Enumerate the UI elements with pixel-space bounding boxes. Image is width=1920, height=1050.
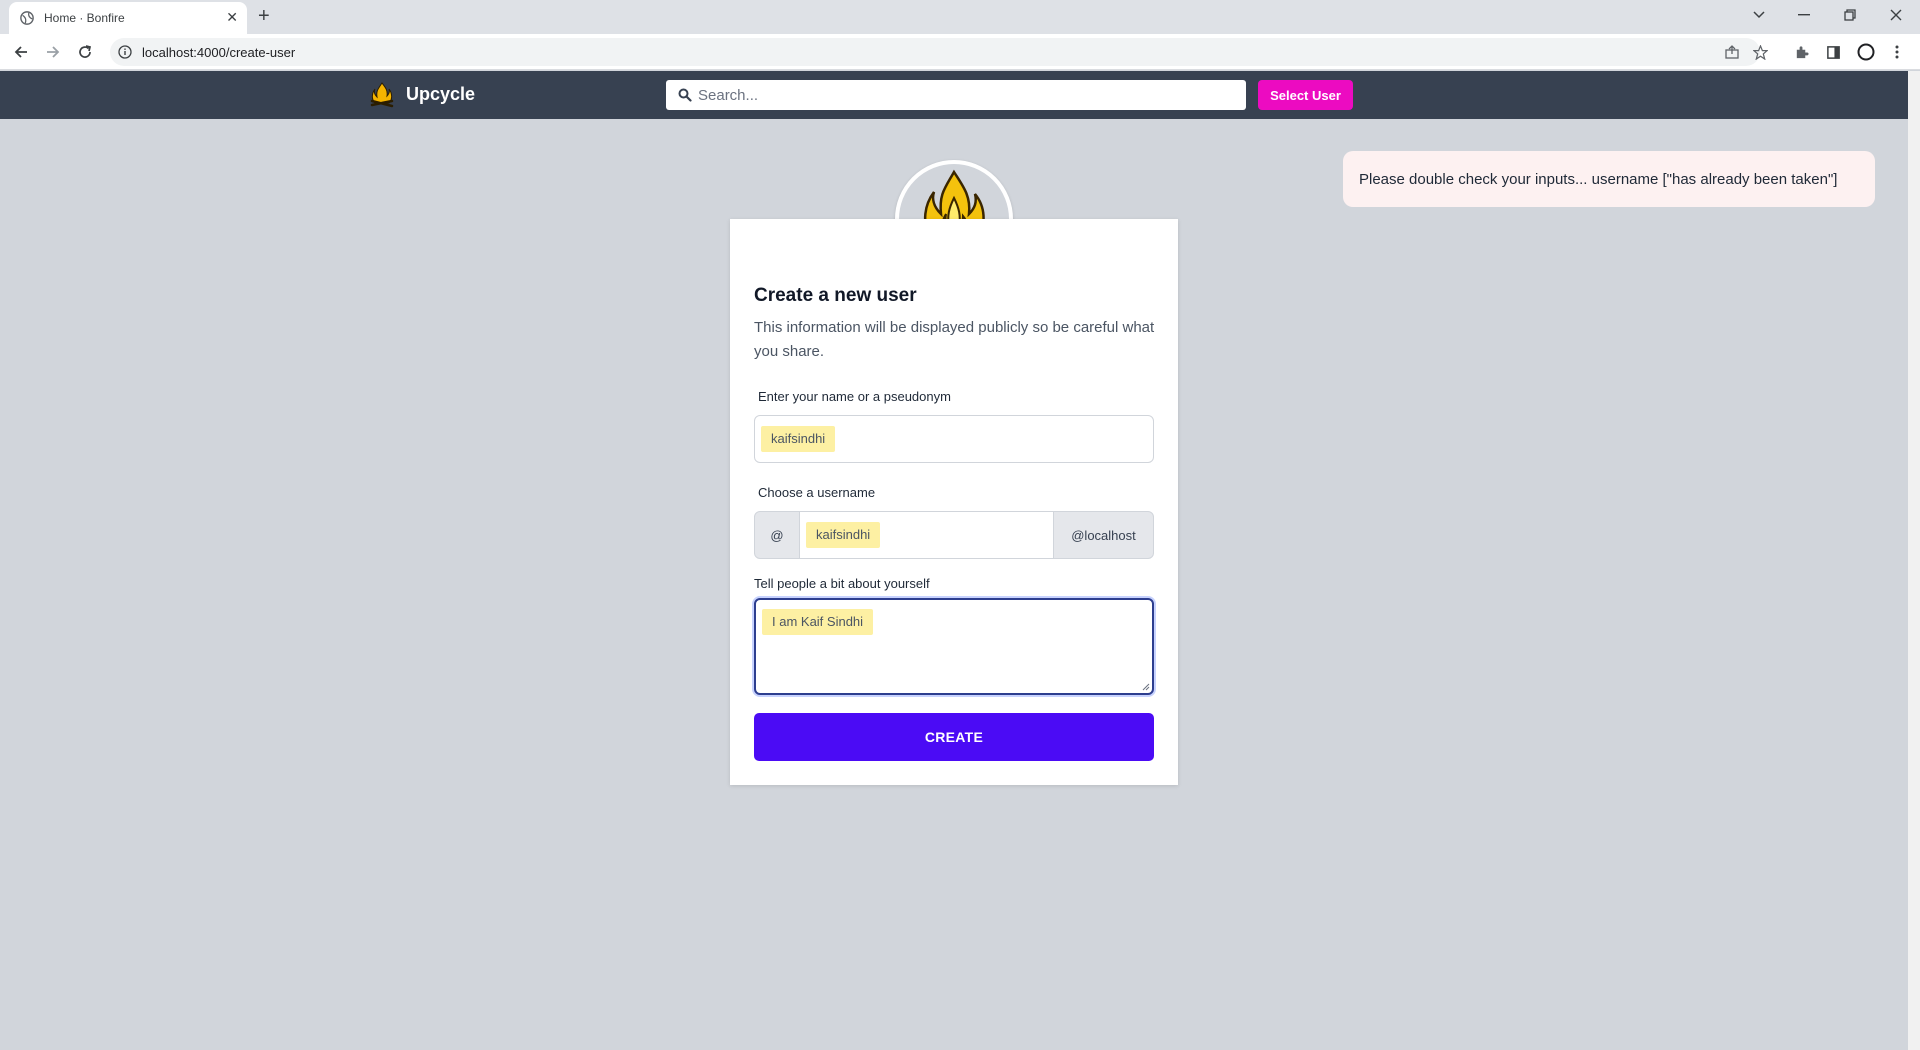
address-bar[interactable]: localhost:4000/create-user	[110, 38, 1768, 66]
select-user-button[interactable]: Select User	[1258, 80, 1353, 110]
tab-title: Home · Bonfire	[44, 11, 125, 25]
search-input[interactable]: Search...	[666, 80, 1246, 110]
back-icon[interactable]	[9, 40, 33, 64]
username-field[interactable]: kaifsindhi	[800, 511, 1053, 559]
error-flash-message[interactable]: Please double check your inputs... usern…	[1343, 151, 1875, 207]
browser-tab[interactable]: Home · Bonfire ✕	[9, 2, 247, 34]
new-tab-icon[interactable]: +	[258, 6, 270, 26]
bookmark-star-icon[interactable]	[1750, 44, 1770, 60]
browser-toolbar: localhost:4000/create-user	[0, 34, 1920, 70]
bio-textarea[interactable]: I am Kaif Sindhi	[754, 598, 1154, 695]
site-info-icon[interactable]	[118, 45, 132, 59]
create-button[interactable]: CREATE	[754, 713, 1154, 761]
forward-icon[interactable]	[41, 40, 65, 64]
globe-icon	[20, 11, 34, 25]
name-value: kaifsindhi	[761, 426, 836, 452]
create-user-card: Create a new user This information will …	[730, 219, 1178, 785]
form-description: This information will be displayed publi…	[754, 319, 1155, 360]
username-value: kaifsindhi	[806, 522, 881, 548]
url-text: localhost:4000/create-user	[142, 45, 296, 60]
brand-name[interactable]: Upcycle	[406, 84, 475, 105]
tab-search-icon[interactable]	[1741, 4, 1777, 26]
share-icon[interactable]	[1722, 44, 1742, 60]
name-field[interactable]: kaifsindhi	[754, 415, 1154, 463]
browser-tabbar: Home · Bonfire ✕ +	[0, 0, 1920, 34]
page-scrollbar[interactable]	[1908, 71, 1920, 1050]
search-icon	[678, 88, 692, 102]
app-header: Upcycle Search... Select User	[0, 71, 1908, 119]
name-label: Enter your name or a pseudonym	[758, 389, 951, 404]
bio-label: Tell people a bit about yourself	[754, 576, 930, 591]
bio-value: I am Kaif Sindhi	[762, 609, 874, 635]
close-tab-icon[interactable]: ✕	[226, 9, 238, 25]
minimize-icon[interactable]	[1786, 4, 1822, 26]
username-suffix: @localhost	[1053, 511, 1154, 559]
close-window-icon[interactable]	[1878, 4, 1914, 26]
search-placeholder: Search...	[698, 87, 759, 104]
username-prefix: @	[754, 511, 800, 559]
menu-dots-icon[interactable]	[1886, 42, 1908, 62]
reload-icon[interactable]	[73, 40, 97, 64]
extensions-icon[interactable]	[1790, 42, 1812, 62]
form-title: Create a new user	[754, 285, 917, 306]
restore-icon[interactable]	[1832, 4, 1868, 26]
username-label: Choose a username	[758, 485, 876, 500]
profile-icon[interactable]	[1855, 42, 1877, 62]
bonfire-logo-icon[interactable]	[368, 81, 396, 109]
side-panel-icon[interactable]	[1822, 42, 1844, 62]
resize-handle-icon[interactable]	[1142, 683, 1150, 691]
